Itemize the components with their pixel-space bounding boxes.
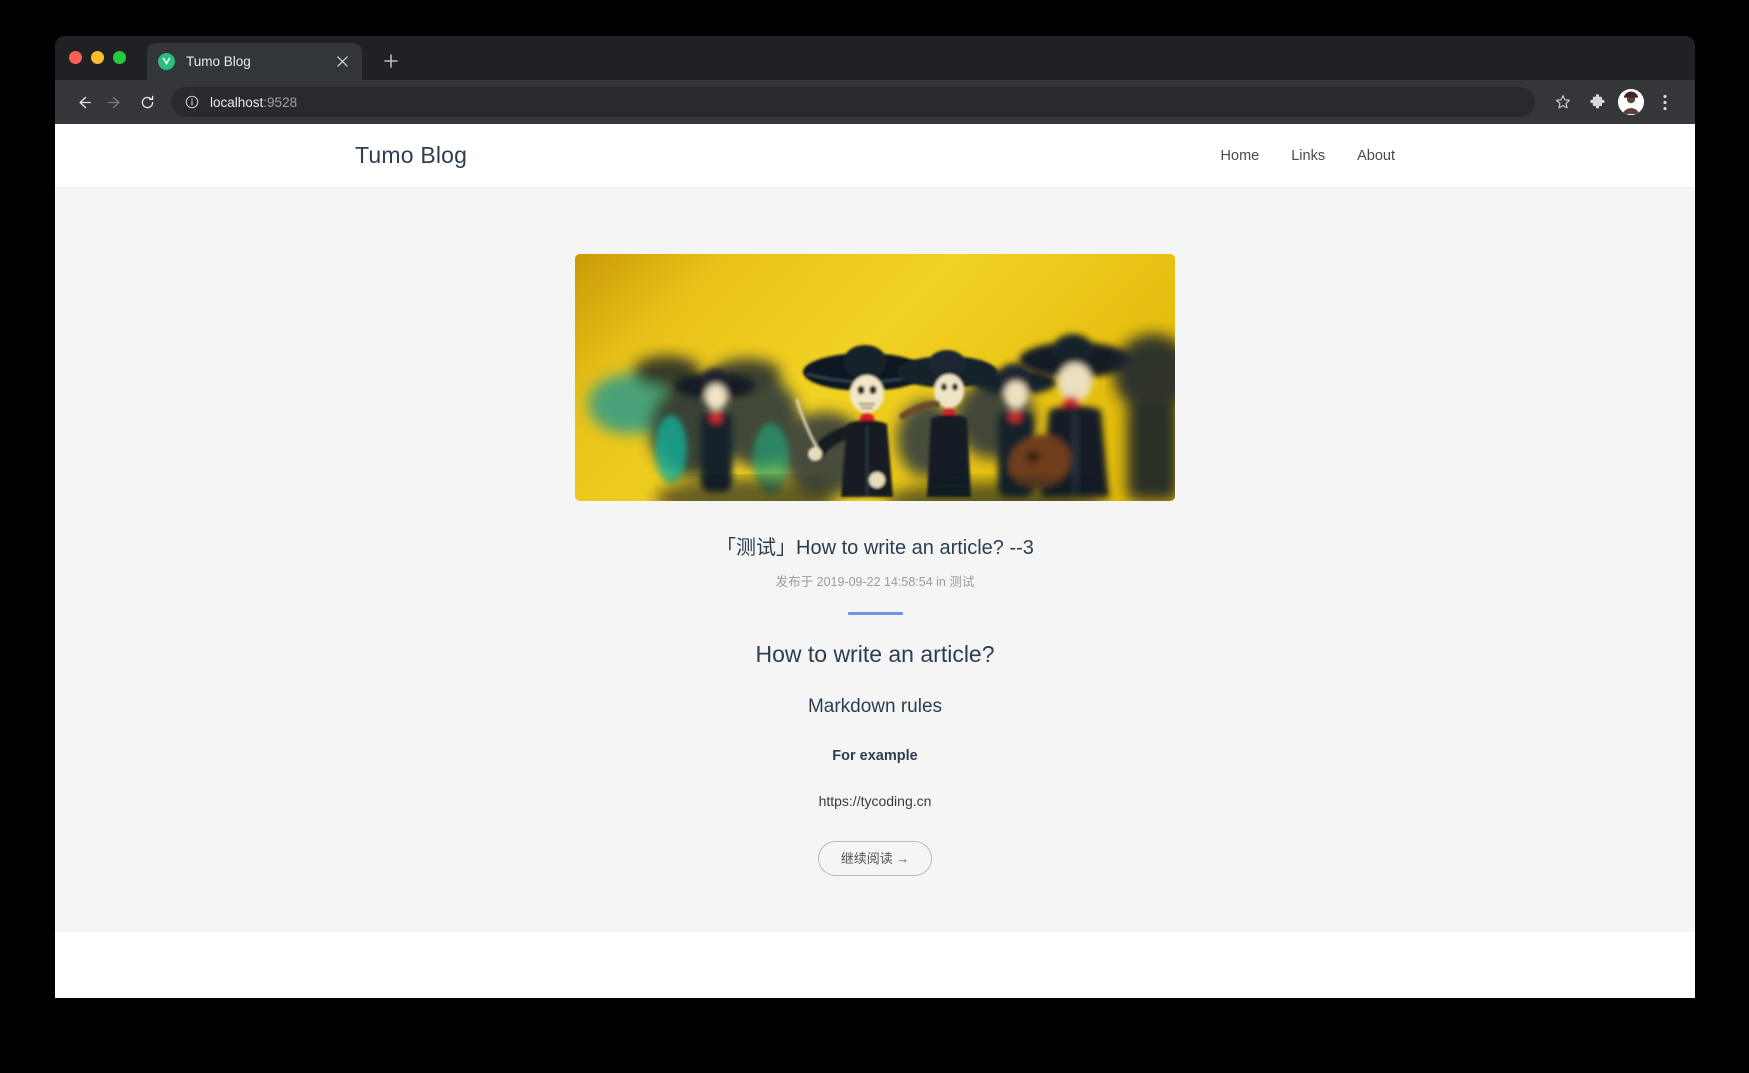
nav-link-links[interactable]: Links	[1291, 148, 1325, 164]
nav-link-home[interactable]: Home	[1221, 148, 1260, 164]
new-tab-button[interactable]	[378, 48, 404, 74]
post-body: How to write an article? Markdown rules …	[755, 641, 994, 809]
address-bar-text: localhost:9528	[210, 95, 297, 110]
site-navigation: Home Links About	[1221, 148, 1395, 164]
three-dot-menu-icon[interactable]	[1649, 86, 1681, 118]
post-thumbnail[interactable]	[575, 254, 1175, 501]
address-bar[interactable]: localhost:9528	[171, 87, 1535, 117]
puzzle-piece-icon[interactable]	[1581, 86, 1613, 118]
address-host: localhost	[210, 94, 264, 110]
minimize-window-button[interactable]	[91, 50, 104, 64]
browser-toolbar: localhost:9528	[55, 80, 1695, 124]
read-more-button[interactable]: 继续阅读 →	[817, 841, 933, 876]
post-section-next	[55, 932, 1695, 998]
post-body-heading-2: Markdown rules	[807, 696, 943, 717]
address-port: :9528	[263, 94, 298, 110]
info-circle-icon[interactable]	[185, 95, 199, 109]
mariachi-skeleton-figurines-image	[575, 254, 1175, 501]
back-arrow-icon[interactable]	[67, 86, 99, 118]
tab-title: Tumo Blog	[186, 54, 251, 69]
tab-strip: Tumo Blog	[55, 36, 1695, 80]
avatar[interactable]	[1615, 86, 1647, 118]
site-header: Tumo Blog Home Links About	[55, 124, 1695, 188]
close-tab-icon[interactable]	[333, 53, 351, 71]
close-window-button[interactable]	[69, 50, 82, 64]
post-body-link[interactable]: https://tycoding.cn	[819, 793, 932, 809]
browser-tab[interactable]: Tumo Blog	[147, 43, 362, 80]
post-body-heading-1: How to write an article?	[755, 641, 995, 667]
post-title[interactable]: 「测试」How to write an article? --3	[716, 531, 1034, 560]
post-body-strong: For example	[832, 748, 918, 764]
page-viewport: Tumo Blog Home Links About 「测试」How to wr…	[55, 124, 1695, 998]
browser-window: Tumo Blog localhost:9528 Tumo Blog Home …	[55, 36, 1695, 998]
post-section: 「测试」How to write an article? --3 发布于 201…	[55, 188, 1695, 932]
nav-link-about[interactable]: About	[1357, 148, 1395, 164]
forward-arrow-icon[interactable]	[99, 86, 131, 118]
site-title[interactable]: Tumo Blog	[355, 142, 467, 169]
reload-icon[interactable]	[131, 86, 163, 118]
window-controls	[69, 36, 126, 80]
post-meta: 发布于 2019-09-22 14:58:54 in 测试	[775, 575, 975, 589]
vue-logo-icon	[158, 53, 175, 70]
maximize-window-button[interactable]	[113, 50, 126, 64]
star-icon[interactable]	[1547, 86, 1579, 118]
post-divider	[847, 612, 903, 615]
